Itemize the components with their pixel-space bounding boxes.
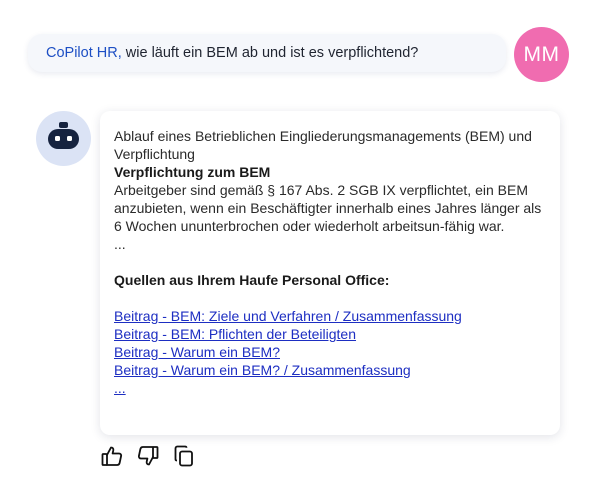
user-avatar-initials: MM [523,42,560,66]
copy-button[interactable] [172,444,196,468]
source-link[interactable]: Beitrag - BEM: Pflichten der Beteiligten [114,325,546,343]
copy-icon [174,445,193,467]
bot-section-text: Arbeitgeber sind gemäß § 167 Abs. 2 SGB … [114,182,542,234]
source-link[interactable]: Beitrag - Warum ein BEM? [114,343,546,361]
copilot-mention[interactable]: CoPilot HR, [46,45,122,61]
bot-avatar [36,111,91,166]
thumbs-down-button[interactable] [136,444,160,468]
thumbs-up-icon [101,446,123,466]
source-link[interactable]: Beitrag - BEM: Ziele und Verfahren / Zus… [114,307,546,325]
sources-title: Quellen aus Ihrem Haufe Personal Office: [114,272,390,288]
bot-section-title: Verpflichtung zum BEM [114,164,271,180]
user-message-bubble: CoPilot HR, wie läuft ein BEM ab und ist… [28,34,506,72]
more-sources-link[interactable]: ... [114,379,546,397]
bot-ellipsis: ... [114,236,126,252]
thumbs-down-icon [137,446,159,466]
message-actions [100,444,196,468]
thumbs-up-button[interactable] [100,444,124,468]
bot-intro: Ablauf eines Betrieblichen Eingliederung… [114,128,532,162]
robot-icon [48,122,79,149]
user-message-row: CoPilot HR, wie läuft ein BEM ab und ist… [0,0,600,100]
bot-message-bubble: Ablauf eines Betrieblichen Eingliederung… [100,111,560,435]
user-avatar[interactable]: MM [514,27,569,82]
source-link[interactable]: Beitrag - Warum ein BEM? / Zusammenfassu… [114,361,546,379]
user-message-text: wie läuft ein BEM ab und ist es verpflic… [121,45,419,61]
